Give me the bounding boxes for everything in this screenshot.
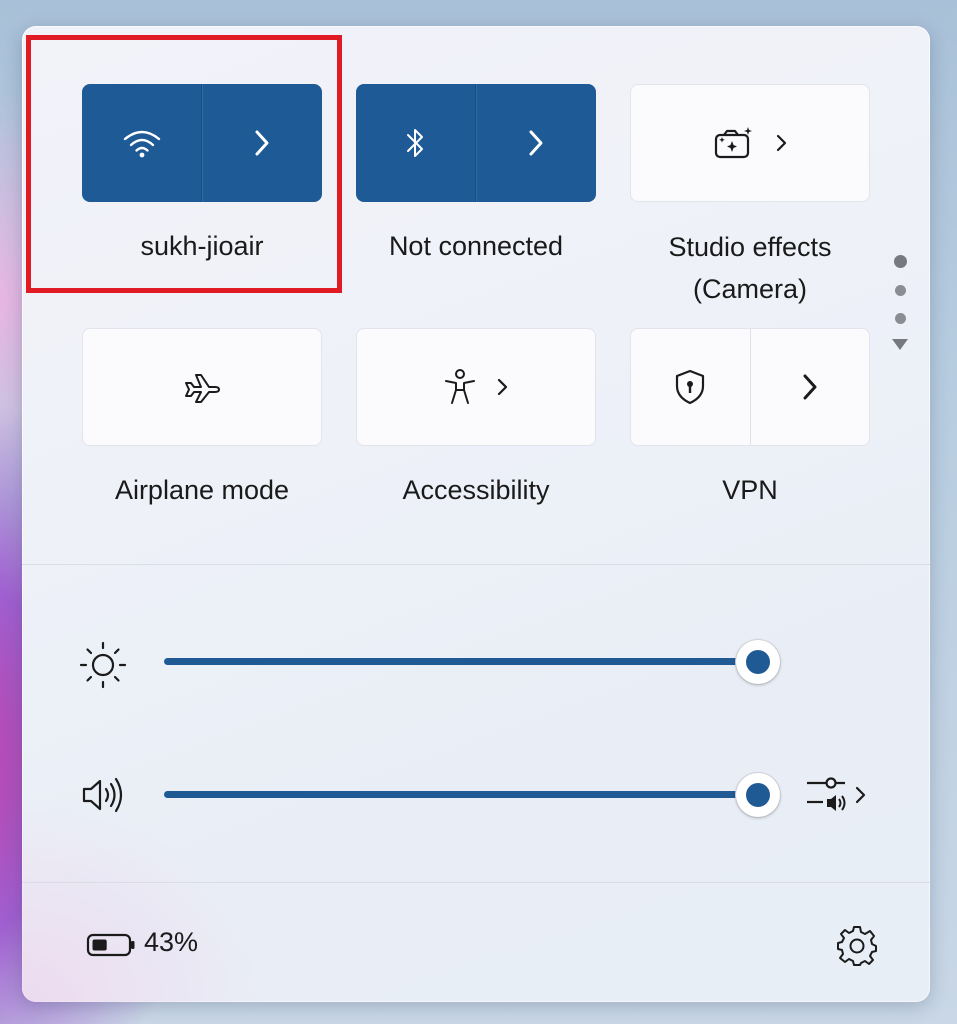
section-divider xyxy=(22,564,930,565)
vpn-expand-button[interactable] xyxy=(749,329,870,445)
airplane-icon xyxy=(182,370,222,404)
studio-effects-label: Studio effects (Camera) xyxy=(630,226,870,310)
gear-icon[interactable] xyxy=(836,924,878,966)
page-dot[interactable] xyxy=(894,285,906,296)
studio-effects-label-line1: Studio effects xyxy=(668,232,832,262)
studio-effects-label-line2: (Camera) xyxy=(692,274,807,304)
wifi-toggle-button[interactable] xyxy=(82,84,202,202)
bluetooth-icon xyxy=(403,125,429,161)
chevron-right-icon xyxy=(495,376,509,398)
studio-effects-tile[interactable] xyxy=(630,84,870,202)
wifi-icon xyxy=(122,126,162,160)
vpn-label: VPN xyxy=(722,475,778,505)
audio-output-button[interactable] xyxy=(805,774,867,816)
bluetooth-label: Not connected xyxy=(388,231,564,261)
wifi-label: sukh-jioair xyxy=(140,231,264,261)
bluetooth-expand-button[interactable] xyxy=(475,84,597,202)
airplane-mode-label: Airplane mode xyxy=(114,475,290,505)
page-dot-active[interactable] xyxy=(893,255,907,268)
volume-slider[interactable] xyxy=(164,791,758,798)
bluetooth-toggle-button[interactable] xyxy=(356,84,476,202)
chevron-right-icon xyxy=(526,128,546,158)
accessibility-label: Accessibility xyxy=(402,475,550,505)
chevron-right-icon xyxy=(252,128,272,158)
volume-icon[interactable] xyxy=(80,773,128,817)
audio-mixer-icon xyxy=(805,774,847,816)
chevron-right-icon xyxy=(853,784,867,806)
accessibility-tile[interactable] xyxy=(356,328,596,446)
brightness-icon xyxy=(78,640,128,690)
footer-divider xyxy=(22,882,930,883)
wifi-tile xyxy=(82,84,322,202)
battery-percentage[interactable]: 43% xyxy=(144,927,198,958)
bluetooth-tile xyxy=(356,84,596,202)
chevron-right-icon xyxy=(774,132,788,154)
battery-icon[interactable] xyxy=(86,932,136,958)
chevron-right-icon xyxy=(800,372,820,402)
brightness-slider[interactable] xyxy=(164,658,758,665)
airplane-mode-tile[interactable] xyxy=(82,328,322,446)
volume-slider-thumb[interactable] xyxy=(736,773,780,817)
brightness-slider-thumb[interactable] xyxy=(736,640,780,684)
page-indicator xyxy=(891,255,909,351)
accessibility-icon xyxy=(443,368,477,406)
wifi-expand-button[interactable] xyxy=(201,84,323,202)
page-dot[interactable] xyxy=(894,313,906,324)
shield-icon xyxy=(673,368,707,406)
page-down-arrow-icon[interactable] xyxy=(891,337,909,351)
vpn-tile xyxy=(630,328,870,446)
camera-effects-icon xyxy=(712,125,756,161)
vpn-toggle-button[interactable] xyxy=(631,329,750,445)
